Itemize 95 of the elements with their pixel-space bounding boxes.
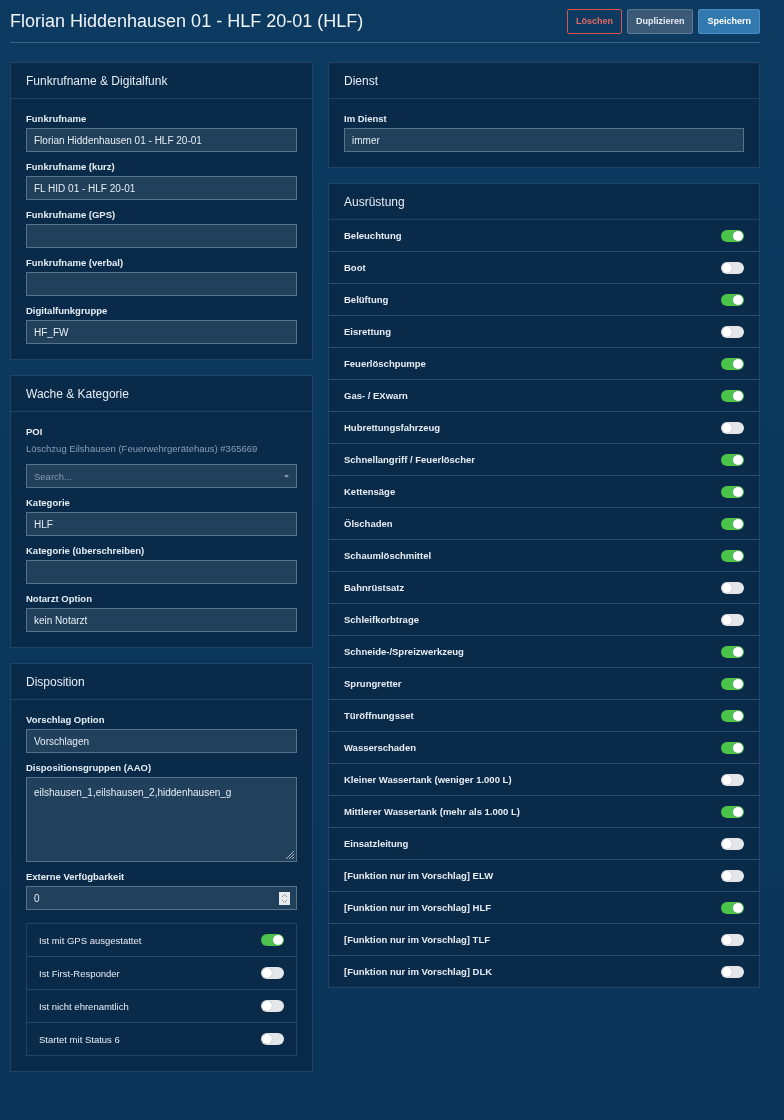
toggle-switch[interactable] xyxy=(721,709,744,722)
equipment-label: Kleiner Wassertank (weniger 1.000 L) xyxy=(344,774,512,785)
equipment-label: Gas- / EXwarn xyxy=(344,390,408,401)
resize-grip-icon xyxy=(283,848,295,860)
equipment-label: Feuerlöschpumpe xyxy=(344,358,426,369)
toggle-switch[interactable] xyxy=(721,965,744,978)
input-field[interactable]: FL HID 01 - HLF 20-01 xyxy=(26,176,297,200)
field-label: POI xyxy=(26,426,44,437)
option-label: Ist mit GPS ausgestattet xyxy=(39,934,142,946)
action-button[interactable]: Duplizieren xyxy=(626,8,694,34)
option-label: Ist First-Responder xyxy=(39,967,120,979)
toggle-switch[interactable] xyxy=(721,293,744,306)
equipment-label: Sprungretter xyxy=(344,678,402,689)
input-field[interactable]: immer xyxy=(344,128,744,152)
toggle-switch[interactable] xyxy=(261,1000,284,1012)
input-field[interactable]: HLF xyxy=(26,512,297,536)
equipment-label: [Funktion nur im Vorschlag] TLF xyxy=(344,934,490,945)
card-title: Dienst xyxy=(344,73,378,88)
input-field[interactable]: HF_FW xyxy=(26,320,297,344)
input-field[interactable] xyxy=(26,560,297,584)
field-label: Kategorie (überschreiben) xyxy=(26,545,146,556)
toggle-switch[interactable] xyxy=(721,645,744,658)
equipment-label: Schleifkorbtrage xyxy=(344,614,419,625)
field-label: Funkrufname (kurz) xyxy=(26,161,116,172)
page-title: Florian Hiddenhausen 01 - HLF 20-01 (HLF) xyxy=(10,10,364,32)
card-title: Wache & Kategorie xyxy=(26,386,129,401)
textarea-field[interactable]: eilshausen_1,eilshausen_2,hiddenhausen_g xyxy=(26,777,297,862)
input-field[interactable]: Florian Hiddenhausen 01 - HLF 20-01 xyxy=(26,128,297,152)
toggle-switch[interactable] xyxy=(261,967,284,979)
field-label: Vorschlag Option xyxy=(26,714,106,725)
toggle-switch[interactable] xyxy=(721,613,744,626)
toggle-switch[interactable] xyxy=(721,677,744,690)
action-button[interactable]: Speichern xyxy=(698,8,760,34)
equipment-label: Beleuchtung xyxy=(344,230,402,241)
toggle-switch[interactable] xyxy=(721,357,744,370)
equipment-label: Ölschaden xyxy=(344,518,393,529)
equipment-label: Schnellangriff / Feuerlöscher xyxy=(344,454,475,465)
toggle-switch[interactable] xyxy=(721,261,744,274)
equipment-label: [Funktion nur im Vorschlag] DLK xyxy=(344,966,493,977)
toggle-switch[interactable] xyxy=(721,805,744,818)
field-label: Funkrufname (verbal) xyxy=(26,257,125,268)
equipment-label: Eisrettung xyxy=(344,326,391,337)
caret-icon xyxy=(284,474,289,478)
equipment-label: Boot xyxy=(344,262,366,273)
toggle-switch[interactable] xyxy=(721,869,744,882)
action-button[interactable]: Löschen xyxy=(566,8,622,34)
toggle-switch[interactable] xyxy=(261,1033,284,1045)
equipment-label: Mittlerer Wassertank (mehr als 1.000 L) xyxy=(344,806,520,817)
toggle-switch[interactable] xyxy=(721,421,744,434)
input-field[interactable]: Vorschlagen xyxy=(26,729,297,753)
toggle-switch[interactable] xyxy=(721,389,744,402)
toggle-switch[interactable] xyxy=(721,229,744,242)
field-label: Digitalfunkgruppe xyxy=(26,305,109,316)
field-label: Dispositionsgruppen (AAO) xyxy=(26,762,153,773)
input-field[interactable] xyxy=(26,224,297,248)
option-label: Ist nicht ehrenamtlich xyxy=(39,1000,129,1012)
equipment-label: Schaumlöschmittel xyxy=(344,550,432,561)
toggle-switch[interactable] xyxy=(721,581,744,594)
toggle-switch[interactable] xyxy=(721,517,744,530)
toggle-switch[interactable] xyxy=(721,549,744,562)
equipment-label: Bahnrüstsatz xyxy=(344,582,405,593)
toggle-switch[interactable] xyxy=(721,773,744,786)
poi-value: Löschzug Eilshausen (Feuerwehrgerätehaus) #365669 xyxy=(26,443,259,454)
equipment-label: Hubrettungsfahrzeug xyxy=(344,422,441,433)
toggle-switch[interactable] xyxy=(721,933,744,946)
equipment-label: [Funktion nur im Vorschlag] HLF xyxy=(344,902,492,913)
equipment-label: Einsatzleitung xyxy=(344,838,409,849)
toggle-switch[interactable] xyxy=(721,453,744,466)
field-label: Externe Verfügbarkeit xyxy=(26,871,126,882)
field-label: Kategorie xyxy=(26,497,71,508)
number-field[interactable]: 0 xyxy=(26,886,297,910)
field-label: Notarzt Option xyxy=(26,593,93,604)
toggle-switch[interactable] xyxy=(261,934,284,946)
spinner-icon[interactable] xyxy=(279,891,290,905)
toggle-switch[interactable] xyxy=(721,837,744,850)
input-field[interactable] xyxy=(26,272,297,296)
field-label: Im Dienst xyxy=(344,113,388,124)
toggle-switch[interactable] xyxy=(721,741,744,754)
equipment-label: Wasserschaden xyxy=(344,742,416,753)
input-field[interactable]: kein Notarzt xyxy=(26,608,297,632)
card-title: Ausrüstung xyxy=(344,194,405,209)
equipment-label: Belüftung xyxy=(344,294,389,305)
field-label: Funkrufname xyxy=(26,113,88,124)
equipment-label: [Funktion nur im Vorschlag] ELW xyxy=(344,870,494,881)
equipment-label: Schneide-/Spreizwerkzeug xyxy=(344,646,464,657)
toggle-switch[interactable] xyxy=(721,901,744,914)
card-title: Funkrufname & Digitalfunk xyxy=(26,73,168,88)
equipment-label: Kettensäge xyxy=(344,486,396,497)
toggle-switch[interactable] xyxy=(721,325,744,338)
equipment-label: Türöffnungsset xyxy=(344,710,414,721)
toggle-switch[interactable] xyxy=(721,485,744,498)
field-label: Funkrufname (GPS) xyxy=(26,209,117,220)
search-select[interactable]: Search... xyxy=(26,464,297,488)
option-label: Startet mit Status 6 xyxy=(39,1033,120,1045)
card-title: Disposition xyxy=(26,674,85,689)
